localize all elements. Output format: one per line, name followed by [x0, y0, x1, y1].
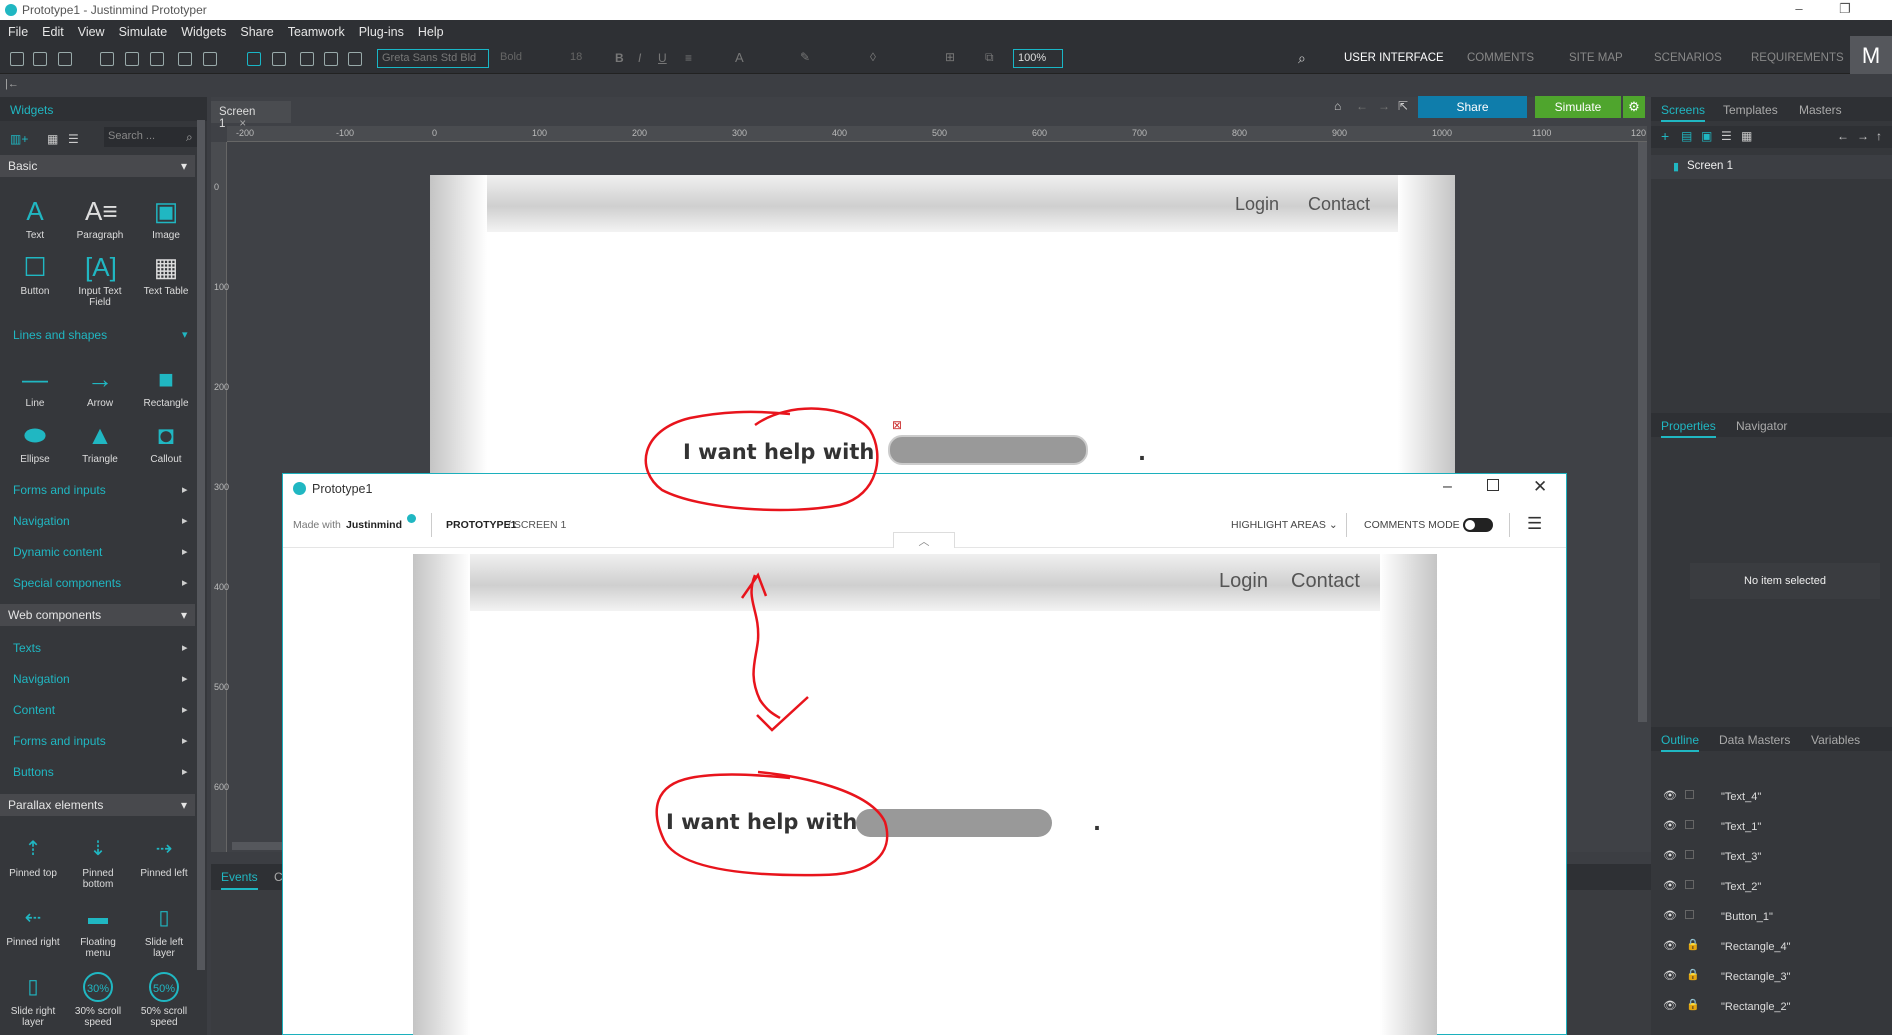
annotation-arrow-line [750, 574, 781, 720]
annotation-circle-bottom [655, 770, 889, 877]
annotation-arrow-head-down [756, 696, 809, 732]
annotation-overlay [644, 407, 889, 877]
annotation-circle-top [644, 407, 879, 512]
